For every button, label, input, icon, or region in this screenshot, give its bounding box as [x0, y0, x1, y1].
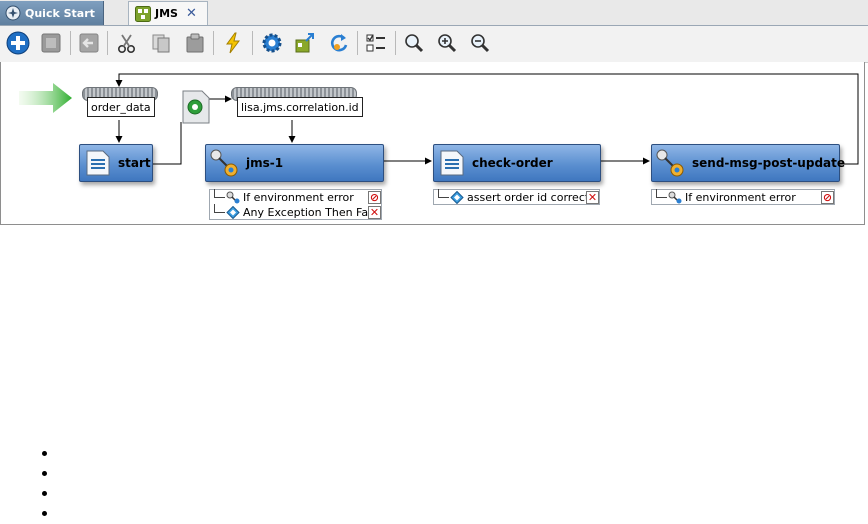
- workflow-canvas[interactable]: order_data lisa.jms.correlation.id start…: [0, 62, 865, 225]
- quick-start-icon: [5, 5, 21, 21]
- document-step-icon: [440, 150, 464, 176]
- tab-label: Quick Start: [25, 6, 95, 20]
- stop-button[interactable]: [38, 30, 64, 56]
- editor-tab-bar: Quick Start JMS ✕: [0, 0, 868, 26]
- add-step-icon: [6, 31, 30, 55]
- tab-quick-start[interactable]: Quick Start: [0, 1, 104, 25]
- assert-diamond-icon: [450, 191, 464, 204]
- step-title: check-order: [472, 156, 553, 170]
- paste-icon: [186, 33, 204, 53]
- env-error-icon: [668, 191, 682, 204]
- cut-icon: [117, 34, 136, 54]
- back-icon: [79, 33, 99, 53]
- assertion-panel: If environment error ⊘: [651, 189, 835, 205]
- refresh-icon: [331, 34, 348, 52]
- assertion-row[interactable]: Any Exception Then Fail ✕: [210, 204, 383, 220]
- env-error-icon: [226, 191, 240, 204]
- toolbar-separator: [395, 31, 396, 55]
- paste-button[interactable]: [182, 30, 208, 56]
- zoom-in-button[interactable]: [434, 30, 460, 56]
- toolbar-separator: [107, 31, 108, 55]
- dataset-correlation-id[interactable]: lisa.jms.correlation.id: [237, 97, 363, 117]
- step-send-msg-post-update[interactable]: send-msg-post-update: [651, 144, 845, 182]
- run-icon: [226, 32, 240, 54]
- assertion-label: If environment error: [243, 191, 354, 204]
- fail-badge-icon[interactable]: ✕: [586, 191, 599, 204]
- document-step-icon: [86, 150, 110, 176]
- zoom-out-icon: [471, 34, 490, 53]
- assertion-row[interactable]: If environment error ⊘: [210, 189, 383, 205]
- step-jms-1[interactable]: jms-1: [205, 144, 384, 182]
- settings-icon: [262, 33, 282, 53]
- toolbar-separator: [213, 31, 214, 55]
- copy-button[interactable]: [148, 30, 174, 56]
- cut-button[interactable]: [114, 30, 140, 56]
- toolbar-separator: [70, 31, 71, 55]
- filter-icon[interactable]: [182, 90, 210, 124]
- zoom-button[interactable]: [401, 30, 427, 56]
- checklist-icon: [366, 34, 385, 52]
- tab-jms[interactable]: JMS ✕: [128, 1, 208, 25]
- step-title: start: [118, 156, 151, 170]
- assertion-label: assert order id correct: [467, 191, 590, 204]
- assertion-row[interactable]: If environment error ⊘: [652, 189, 836, 205]
- export-icon: [295, 33, 314, 53]
- tab-label: JMS: [155, 7, 178, 20]
- zoom-out-button[interactable]: [467, 30, 493, 56]
- back-button[interactable]: [76, 30, 102, 56]
- checklist-button[interactable]: [363, 30, 389, 56]
- assertion-row[interactable]: assert order id correct ✕: [434, 189, 601, 205]
- assertion-label: If environment error: [685, 191, 796, 204]
- export-button[interactable]: [292, 30, 318, 56]
- copy-icon: [152, 34, 170, 53]
- assertion-label: Any Exception Then Fail: [243, 206, 375, 219]
- zoom-icon: [405, 34, 424, 53]
- assertion-panel: If environment error ⊘ Any Exception The…: [209, 189, 382, 220]
- zoom-in-icon: [438, 34, 457, 53]
- add-step-button[interactable]: [5, 30, 31, 56]
- stop-icon: [41, 33, 61, 53]
- step-title: jms-1: [246, 156, 284, 170]
- start-arrow-icon: [19, 83, 72, 113]
- step-start[interactable]: start: [79, 144, 153, 182]
- settings-button[interactable]: [259, 30, 285, 56]
- toolbar: [0, 26, 868, 63]
- jms-step-icon: [210, 149, 238, 177]
- error-badge-icon[interactable]: ⊘: [821, 191, 834, 204]
- run-button[interactable]: [220, 30, 246, 56]
- toolbar-separator: [357, 31, 358, 55]
- step-title: send-msg-post-update: [692, 156, 845, 170]
- assertion-panel: assert order id correct ✕: [433, 189, 600, 205]
- toolbar-separator: [252, 31, 253, 55]
- step-check-order[interactable]: check-order: [433, 144, 601, 182]
- close-icon[interactable]: ✕: [186, 6, 197, 21]
- fail-badge-icon[interactable]: ✕: [368, 206, 381, 219]
- assert-diamond-icon: [226, 206, 240, 219]
- dataset-order-data[interactable]: order_data: [87, 97, 155, 117]
- refresh-button[interactable]: [326, 30, 352, 56]
- error-badge-icon[interactable]: ⊘: [368, 191, 381, 204]
- jms-step-icon: [656, 149, 684, 177]
- test-case-icon: [135, 5, 151, 22]
